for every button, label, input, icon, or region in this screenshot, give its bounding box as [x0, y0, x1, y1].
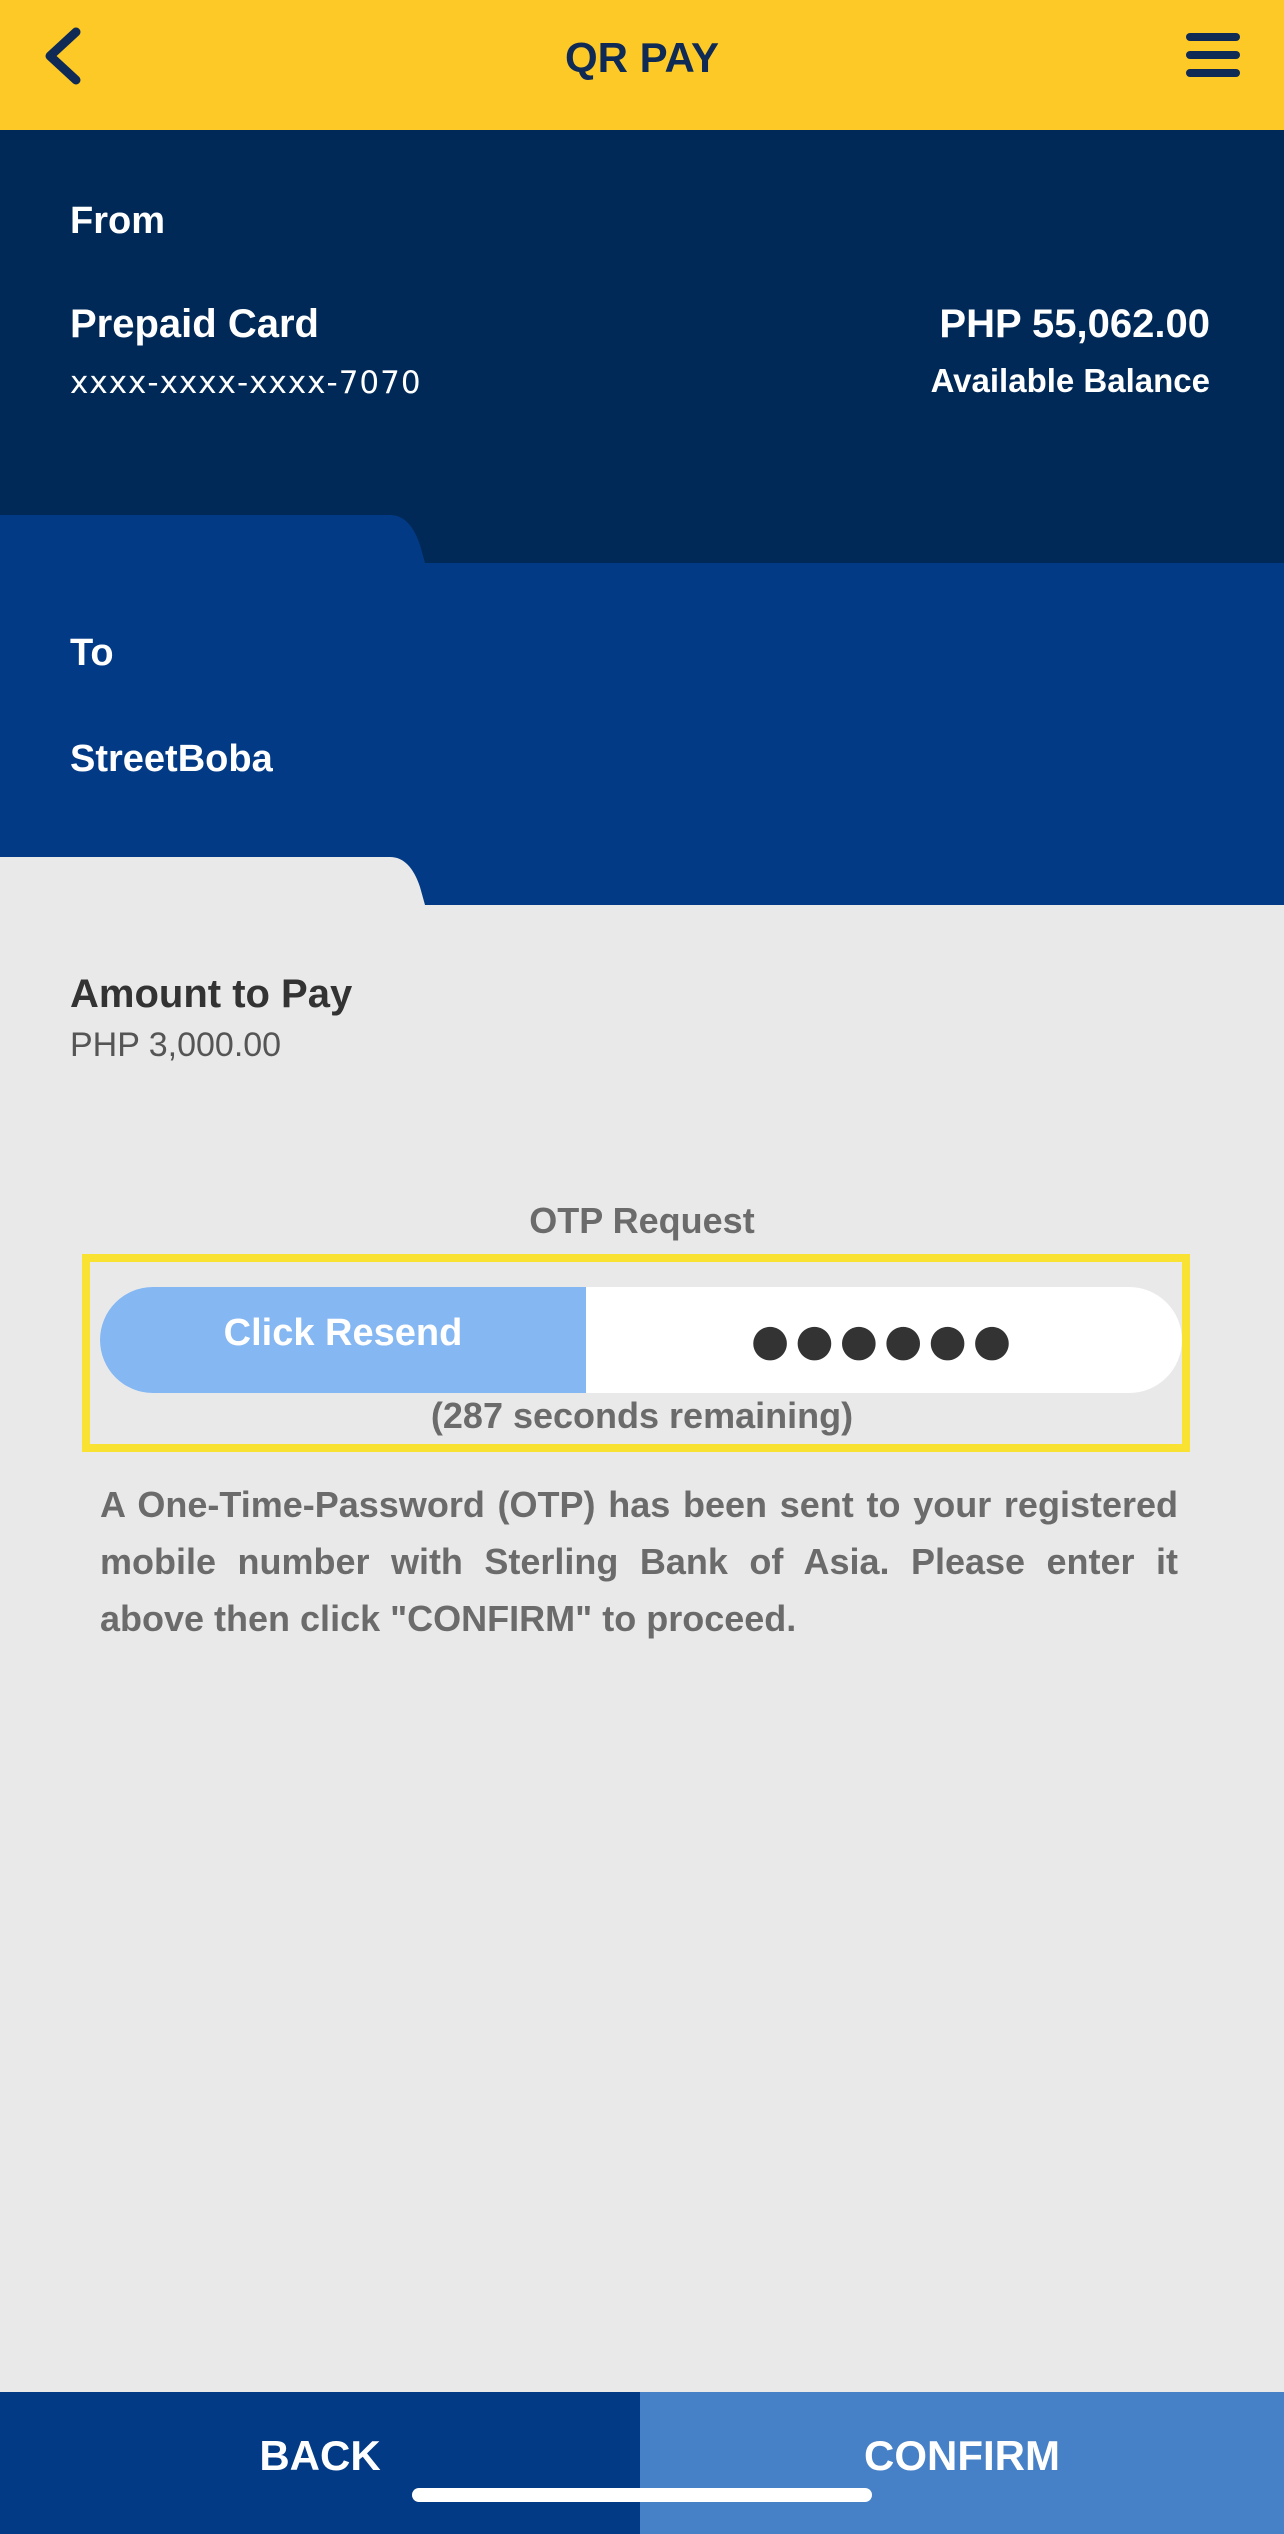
back-button[interactable]: BACK — [0, 2392, 640, 2534]
merchant-name: StreetBoba — [70, 738, 273, 780]
account-name: Prepaid Card — [70, 302, 319, 346]
available-balance-label: Available Balance — [930, 362, 1210, 399]
otp-instructions: A One-Time-Password (OTP) has been sent … — [100, 1484, 1178, 1639]
amount-value: PHP 3,000.00 — [70, 1026, 282, 1064]
otp-input[interactable] — [586, 1287, 1182, 1393]
confirm-button[interactable]: CONFIRM — [640, 2392, 1284, 2534]
page-title: QR PAY — [564, 34, 720, 81]
hamburger-menu-icon[interactable] — [1184, 30, 1242, 80]
otp-title: OTP Request — [529, 1200, 755, 1241]
resend-otp-button[interactable]: Click Resend — [100, 1287, 586, 1393]
to-section — [0, 515, 1284, 905]
available-balance-amount: PHP 55,062.00 — [939, 302, 1210, 346]
from-section — [0, 130, 1284, 564]
app-header: QR PAY — [0, 0, 1284, 130]
footer-actions: BACK CONFIRM — [0, 2392, 1284, 2534]
account-number: xxxx-xxxx-xxxx-7070 — [70, 365, 422, 401]
home-indicator[interactable] — [412, 2488, 872, 2502]
amount-label: Amount to Pay — [70, 972, 353, 1016]
from-label: From — [70, 200, 165, 242]
otp-timer: (287 seconds remaining) — [430, 1395, 854, 1436]
otp-entry-group: Click Resend — [100, 1287, 1182, 1393]
to-label: To — [70, 632, 114, 674]
